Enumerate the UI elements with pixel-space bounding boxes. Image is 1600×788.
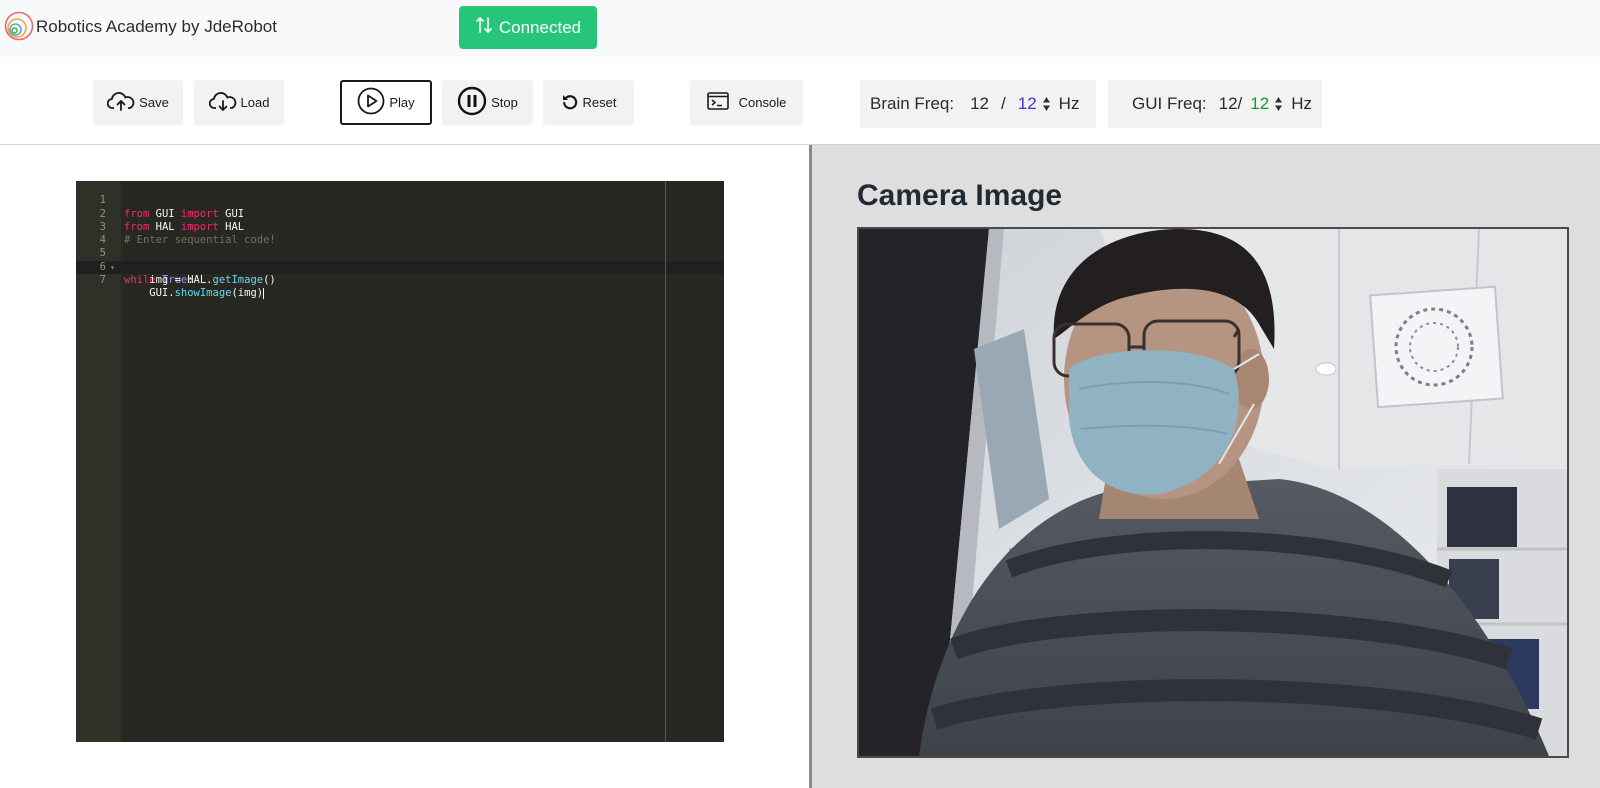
- arrows-up-down-icon: [475, 15, 493, 40]
- jderobot-logo-icon[interactable]: [4, 11, 34, 41]
- brain-freq-unit: Hz: [1058, 94, 1080, 113]
- connection-status-button[interactable]: Connected: [459, 6, 597, 49]
- pause-circle-icon: [457, 86, 487, 119]
- code-token: img = HAL.: [124, 274, 213, 287]
- brain-freq-target-input[interactable]: 12: [1018, 94, 1037, 114]
- stop-button[interactable]: Stop: [442, 80, 533, 125]
- code-line[interactable]: 2 from HAL import HAL: [76, 194, 724, 233]
- code-editor[interactable]: 1 from GUI import GUI 2 from HAL import …: [76, 181, 724, 742]
- brain-freq-separator: /: [1001, 94, 1006, 113]
- toolbar: Save Load Play Stop Reset Console Brain …: [0, 57, 1600, 145]
- cloud-upload-icon: [106, 90, 135, 115]
- reset-label: Reset: [582, 95, 617, 110]
- console-button[interactable]: Console: [690, 80, 803, 125]
- gui-freq-measured: 12/: [1218, 94, 1243, 113]
- connection-status-label: Connected: [498, 17, 582, 37]
- code-line[interactable]: 3 # Enter sequential code!: [76, 208, 724, 246]
- terminal-icon: [706, 92, 729, 113]
- text-cursor: [263, 287, 265, 299]
- reset-button[interactable]: Reset: [543, 80, 634, 125]
- code-token: getImage: [212, 274, 264, 287]
- code-token: GUI.: [124, 287, 175, 300]
- code-line[interactable]: 4: [76, 221, 724, 246]
- load-label: Load: [240, 95, 270, 110]
- play-icon: [357, 87, 385, 118]
- code-token: showImage: [174, 287, 232, 300]
- code-token: (img): [231, 287, 264, 300]
- code-token: (): [263, 274, 276, 287]
- code-line[interactable]: 1 from GUI import GUI: [76, 181, 724, 219]
- camera-title: Camera Image: [857, 179, 1063, 212]
- gui-freq-label: GUI Freq:: [1132, 94, 1207, 113]
- save-button[interactable]: Save: [93, 80, 183, 125]
- code-line[interactable]: 5 ▾ while True:: [76, 234, 724, 286]
- gui-freq-unit: Hz: [1291, 94, 1312, 113]
- code-line[interactable]: 6 img = HAL.getImage(): [76, 248, 724, 286]
- navbar: Robotics Academy by JdeRobot Connected: [0, 0, 1600, 57]
- cloud-download-icon: [208, 90, 237, 115]
- console-label: Console: [738, 95, 787, 110]
- camera-image: [857, 227, 1569, 758]
- brain-freq-measured: 12: [970, 94, 990, 113]
- code-line[interactable]: 7 GUI.showImage(img): [76, 261, 724, 299]
- brain-freq-control: Brain Freq: 12 / 12 Hz: [860, 80, 1096, 128]
- stop-label: Stop: [491, 95, 518, 110]
- brand-title[interactable]: Robotics Academy by JdeRobot: [36, 17, 277, 37]
- line-number: 7: [99, 274, 106, 287]
- gui-freq-control: GUI Freq: 12/ 12 Hz: [1108, 80, 1322, 128]
- undo-arrow-icon: [561, 92, 579, 113]
- brain-freq-spinner-icon[interactable]: [1042, 96, 1051, 112]
- gui-freq-spinner-icon[interactable]: [1274, 96, 1283, 112]
- brain-freq-label: Brain Freq:: [870, 94, 955, 113]
- play-label: Play: [389, 95, 415, 110]
- save-label: Save: [139, 95, 169, 110]
- play-button[interactable]: Play: [340, 80, 432, 125]
- gui-freq-target-input[interactable]: 12: [1250, 94, 1269, 114]
- load-button[interactable]: Load: [194, 80, 284, 125]
